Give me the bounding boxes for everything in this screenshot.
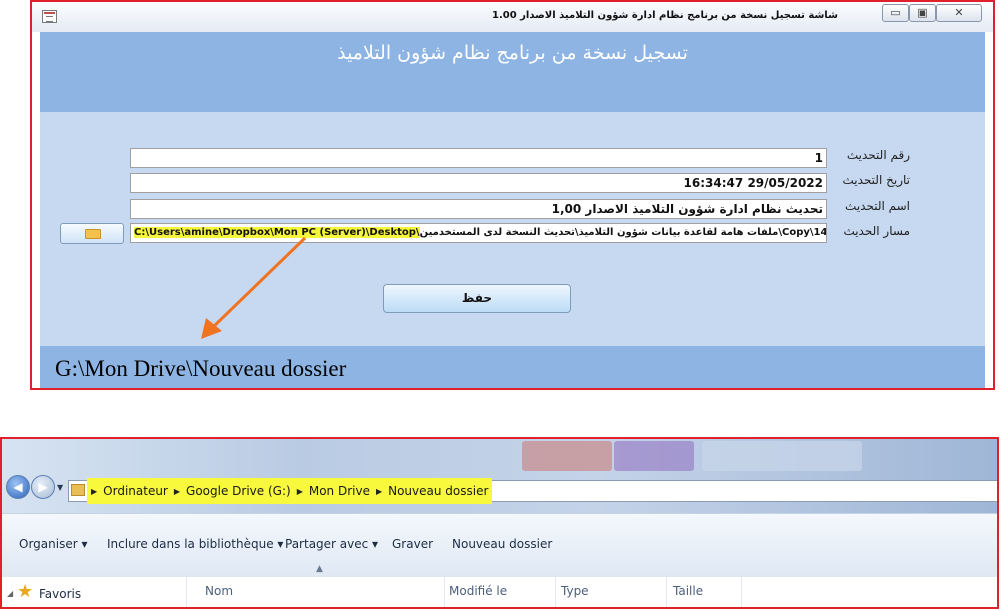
- explorer-header: ◀ ▶ ▼ ▶ Ordinateur ▶ Google Drive (G:) ▶…: [2, 439, 997, 513]
- update-name-field[interactable]: تحديث نظام ادارة شؤون التلاميذ الاصدار 1…: [130, 199, 827, 219]
- burn-button[interactable]: Graver: [392, 537, 433, 551]
- screenshot-stage: شاشة تسجيل نسخة من برنامج نظام ادارة شؤو…: [0, 0, 1000, 611]
- window-title: شاشة تسجيل نسخة من برنامج نظام ادارة شؤو…: [492, 10, 838, 21]
- sort-ascending-icon: ▲: [316, 564, 323, 574]
- target-path-annotation: G:\Mon Drive\Nouveau dossier: [55, 356, 347, 381]
- breadcrumb-separator-icon[interactable]: ▶: [91, 487, 97, 496]
- form-heading: تسجيل نسخة من برنامج نظام شؤون التلاميذ: [337, 42, 688, 64]
- breadcrumb-item-google-drive[interactable]: Google Drive (G:): [186, 484, 291, 498]
- update-path-field[interactable]: C:\Users\amine\Dropbox\Mon PC (Server)\D…: [130, 223, 827, 243]
- close-button[interactable]: ✕: [936, 4, 982, 22]
- column-header-size[interactable]: Taille: [667, 577, 742, 607]
- organize-menu[interactable]: Organiser ▾: [19, 537, 87, 551]
- update-date-label: تاريخ التحديث: [842, 173, 910, 187]
- blurred-tab: [702, 441, 862, 471]
- browse-folder-button[interactable]: [60, 223, 124, 244]
- form-header: تسجيل نسخة من برنامج نظام شؤون التلاميذ: [40, 32, 985, 112]
- breadcrumb: ▶ Ordinateur ▶ Google Drive (G:) ▶ Mon D…: [87, 478, 493, 504]
- breadcrumb-separator-icon[interactable]: ▶: [174, 487, 180, 496]
- history-dropdown-icon[interactable]: ▼: [57, 483, 63, 492]
- breadcrumb-item-mon-drive[interactable]: Mon Drive: [309, 484, 370, 498]
- include-in-library-menu[interactable]: Inclure dans la bibliothèque ▾: [107, 537, 283, 551]
- maximize-button[interactable]: ▣: [909, 4, 936, 22]
- back-arrow-icon: ◀: [13, 480, 23, 494]
- folder-icon: [85, 229, 101, 239]
- form-body: رقم التحديث 1 تاريخ التحديث 29/05/2022 1…: [40, 112, 985, 346]
- minimize-button[interactable]: ▭: [882, 4, 909, 22]
- update-number-label: رقم التحديث: [846, 148, 910, 162]
- save-button[interactable]: حفظ: [383, 284, 571, 313]
- forward-arrow-icon: ▶: [38, 480, 48, 494]
- app-form-icon[interactable]: [42, 10, 57, 23]
- navigation-pane: ◢ ★ Favoris: [2, 577, 187, 607]
- explorer-content: ◢ ★ Favoris Nom Modifié le Type Taille: [2, 577, 997, 607]
- nav-item-favorites[interactable]: Favoris: [39, 587, 81, 601]
- update-number-field[interactable]: 1: [130, 148, 827, 168]
- explorer-toolbar: Organiser ▾ Inclure dans la bibliothèque…: [2, 513, 997, 577]
- path-highlighted-part: C:\Users\amine\Dropbox\Mon PC (Server)\D…: [134, 227, 420, 238]
- column-header-modified[interactable]: Modifié le: [445, 577, 556, 607]
- breadcrumb-item-computer[interactable]: Ordinateur: [103, 484, 168, 498]
- expand-arrow-icon[interactable]: ◢: [7, 589, 13, 598]
- blurred-tab: [614, 441, 694, 471]
- new-folder-button[interactable]: Nouveau dossier: [452, 537, 552, 551]
- back-button[interactable]: ◀: [6, 475, 30, 499]
- share-with-menu[interactable]: Partager avec ▾: [285, 537, 378, 551]
- forward-button[interactable]: ▶: [31, 475, 55, 499]
- breadcrumb-separator-icon[interactable]: ▶: [297, 487, 303, 496]
- blurred-tab: [522, 441, 612, 471]
- title-bar: شاشة تسجيل نسخة من برنامج نظام ادارة شؤو…: [32, 2, 993, 32]
- folder-icon: [71, 484, 85, 496]
- star-icon: ★: [17, 581, 34, 602]
- update-name-label: اسم التحديث: [845, 199, 910, 213]
- update-path-label: مسار الحديث: [843, 224, 910, 238]
- breadcrumb-item-new-folder[interactable]: Nouveau dossier: [388, 484, 488, 498]
- path-rest-part: ملفات هامة لقاعدة بيانات شؤون التلاميذ\ت…: [419, 227, 827, 238]
- update-date-field[interactable]: 29/05/2022 16:34:47: [130, 173, 827, 193]
- column-header-name[interactable]: Nom: [191, 577, 445, 607]
- breadcrumb-separator-icon[interactable]: ▶: [376, 487, 382, 496]
- explorer-window: ◀ ▶ ▼ ▶ Ordinateur ▶ Google Drive (G:) ▶…: [0, 437, 999, 609]
- address-bar[interactable]: ▶ Ordinateur ▶ Google Drive (G:) ▶ Mon D…: [68, 478, 997, 504]
- registration-dialog-window: شاشة تسجيل نسخة من برنامج نظام ادارة شؤو…: [30, 0, 995, 390]
- column-header-type[interactable]: Type: [556, 577, 667, 607]
